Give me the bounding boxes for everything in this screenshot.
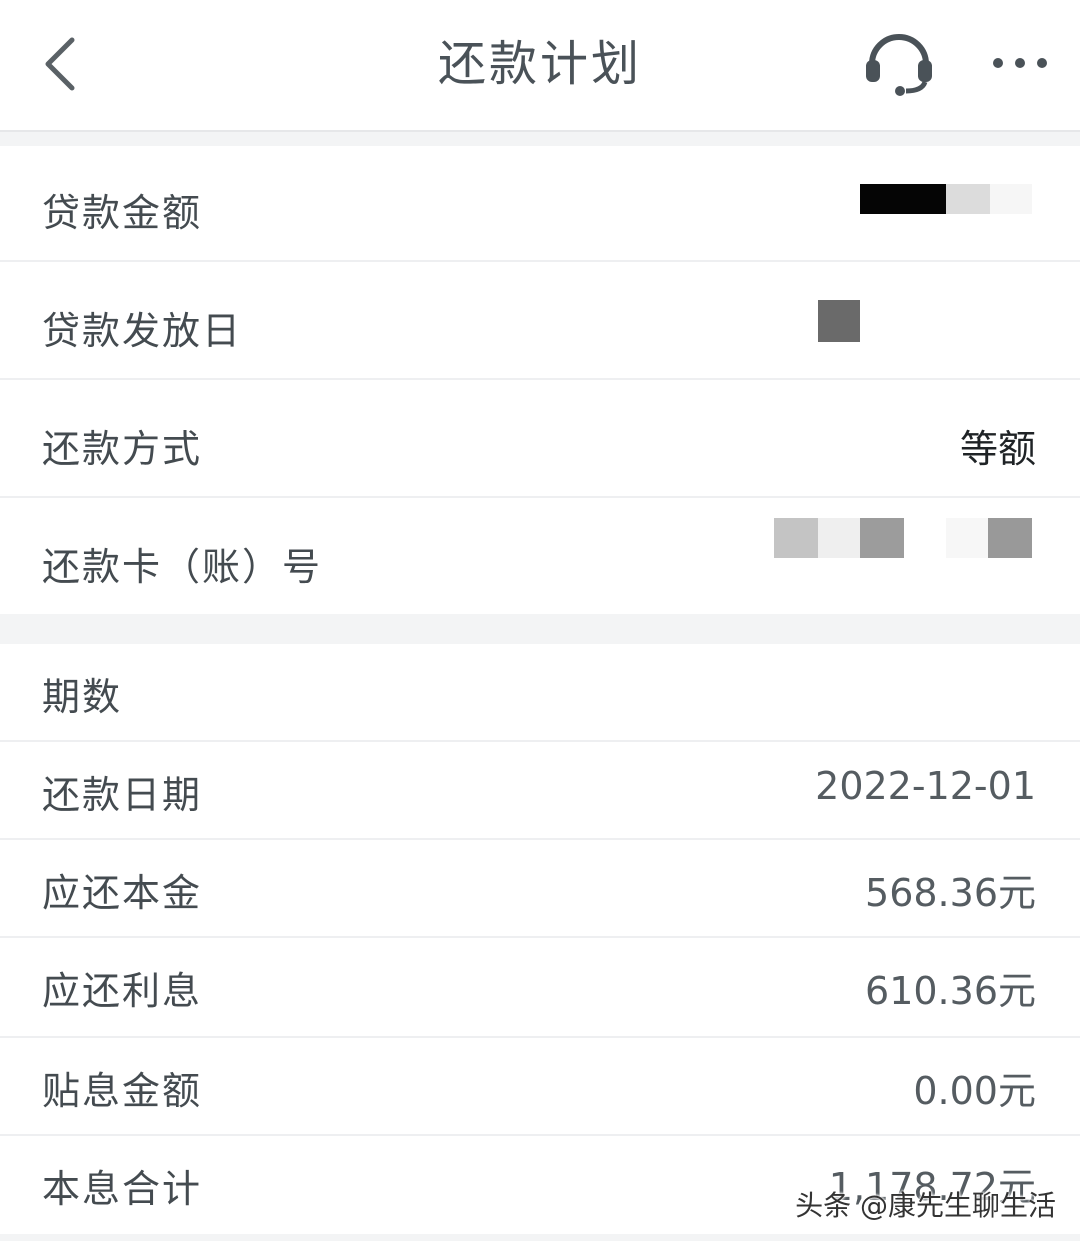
interest-label: 应还利息 <box>42 969 203 1013</box>
redaction-mask <box>774 518 818 558</box>
subsidy-value: 0.00元 <box>913 1069 1036 1113</box>
repayment-date-label: 还款日期 <box>42 773 203 817</box>
redaction-mask <box>860 184 946 214</box>
redaction-mask <box>818 300 860 342</box>
redaction-mask <box>988 518 1032 558</box>
redaction-mask <box>860 518 904 558</box>
repayment-plan-screen: 还款计划 贷款金额 贷款发放日 还款方式 等额 还款卡（账）号 期数 还款日期 … <box>0 0 1080 1241</box>
repayment-method-row: 还款方式 等额 <box>0 380 1080 498</box>
interest-value: 610.36元 <box>865 969 1036 1013</box>
headset-icon <box>866 34 932 96</box>
redaction-mask <box>946 184 990 214</box>
redaction-mask <box>946 518 988 558</box>
repayment-method-value: 等额 <box>959 427 1036 471</box>
repayment-card-label: 还款卡（账）号 <box>42 545 323 589</box>
customer-service-button[interactable] <box>862 28 936 98</box>
principal-row: 应还本金 568.36元 <box>0 840 1080 938</box>
subsidy-row: 贴息金额 0.00元 <box>0 1038 1080 1136</box>
period-row: 期数 <box>0 644 1080 742</box>
redaction-mask <box>990 184 1032 214</box>
repayment-date-value: 2022-12-01 <box>815 764 1036 808</box>
total-label: 本息合计 <box>42 1167 203 1211</box>
more-horizontal-icon <box>993 58 1047 68</box>
principal-label: 应还本金 <box>42 871 203 915</box>
loan-issue-date-row: 贷款发放日 <box>0 262 1080 380</box>
top-spacer <box>0 132 1080 144</box>
repayment-card-row: 还款卡（账）号 <box>0 498 1080 614</box>
period-label: 期数 <box>42 675 123 719</box>
repayment-method-label: 还款方式 <box>42 427 203 471</box>
loan-amount-label: 贷款金额 <box>42 191 203 235</box>
redaction-mask <box>818 518 860 558</box>
loan-amount-row: 贷款金额 <box>0 146 1080 262</box>
nav-bar: 还款计划 <box>0 0 1080 132</box>
loan-issue-date-label: 贷款发放日 <box>42 309 243 353</box>
section-divider <box>0 614 1080 644</box>
interest-row: 应还利息 610.36元 <box>0 938 1080 1038</box>
watermark-text: 头条 @康先生聊生活 <box>795 1189 1056 1222</box>
more-button[interactable] <box>988 46 1052 80</box>
subsidy-label: 贴息金额 <box>42 1069 203 1113</box>
repayment-date-row: 还款日期 2022-12-01 <box>0 742 1080 840</box>
principal-value: 568.36元 <box>865 871 1036 915</box>
